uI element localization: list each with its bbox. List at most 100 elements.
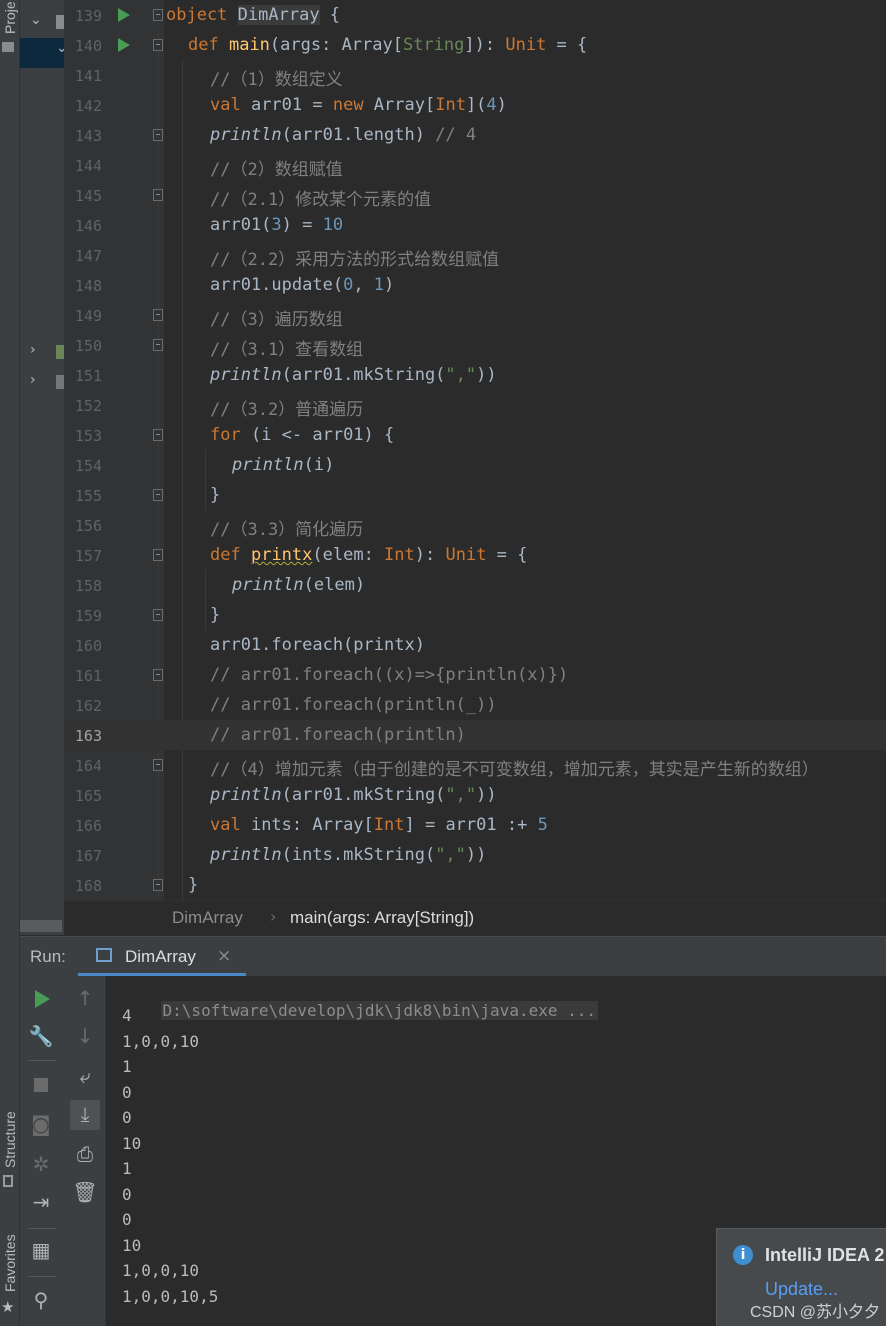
code-line[interactable]: 156 //（3.3）简化遍历 — [64, 510, 886, 540]
code-comment: // 4 — [435, 125, 477, 145]
code-line[interactable]: 152 //（3.2）普通遍历 — [64, 390, 886, 420]
fold-marker-icon[interactable] — [153, 759, 163, 771]
code-line[interactable]: 163 // arr01.foreach(println) — [64, 720, 886, 750]
chevron-down-icon: ⌄ — [30, 12, 42, 28]
code-line[interactable]: 139 object DimArray { — [64, 0, 886, 30]
code-text: //（1）数组定义 — [210, 65, 343, 90]
code-token: ) — [496, 95, 507, 115]
code-text: println(arr01.mkString(",")) — [210, 365, 497, 385]
code-line[interactable]: 143 println(arr01.length) // 4 — [64, 120, 886, 150]
line-number: 158 — [74, 577, 102, 595]
code-line[interactable]: 167 println(ints.mkString(",")) — [64, 840, 886, 870]
scroll-down-button[interactable]: ↓ — [70, 1022, 100, 1052]
tab-favorites[interactable]: Favorites — [0, 1220, 20, 1300]
toolbar-divider — [28, 1060, 56, 1061]
code-line[interactable]: 140 def main(args: Array[String]): Unit =… — [64, 30, 886, 60]
keyword: val — [210, 815, 241, 835]
exception-breakpoint-button[interactable]: ✲ — [26, 1150, 56, 1180]
code-line[interactable]: 142 val arr01 = new Array[Int](4) — [64, 90, 886, 120]
code-line[interactable]: 164 //（4）增加元素（由于创建的是不可变数组，增加元素，其实是产生新的数组） — [64, 750, 886, 780]
horizontal-scrollbar[interactable] — [20, 920, 62, 932]
fold-marker-icon[interactable] — [153, 429, 163, 441]
run-toolbar-secondary: ↑ ↓ ⤶ ⤓ ⎙ 🗑 — [64, 976, 106, 1326]
code-line[interactable]: 149 //（3）遍历数组 — [64, 300, 886, 330]
update-link[interactable]: Update... — [765, 1279, 838, 1300]
code-line[interactable]: 160 arr01.foreach(printx) — [64, 630, 886, 660]
code-line[interactable]: 162 // arr01.foreach(println(_)) — [64, 690, 886, 720]
code-line[interactable]: 168} — [64, 870, 886, 900]
code-line[interactable]: 165 println(arr01.mkString(",")) — [64, 780, 886, 810]
fold-marker-icon[interactable] — [153, 309, 163, 321]
fold-marker-icon[interactable] — [153, 549, 163, 561]
fold-marker-icon[interactable] — [153, 879, 163, 891]
code-line[interactable]: 148 arr01.update(0, 1) — [64, 270, 886, 300]
layout-button[interactable]: ▦ — [26, 1236, 56, 1266]
code-comment: //（3.1）查看数组 — [210, 340, 364, 360]
code-text: //（2.1）修改某个元素的值 — [210, 185, 431, 210]
tree-row[interactable]: › — [20, 368, 64, 396]
clear-all-button[interactable]: 🗑 — [70, 1178, 100, 1208]
code-token: { — [319, 5, 341, 25]
code-line[interactable]: 144 //（2）数组赋值 — [64, 150, 886, 180]
code-line[interactable]: 161 // arr01.foreach((x)=>{println(x)}) — [64, 660, 886, 690]
code-text: } — [210, 605, 220, 625]
tab-project[interactable]: Proje — [0, 0, 20, 40]
fold-marker-icon[interactable] — [153, 129, 163, 141]
code-text: println(ints.mkString(",")) — [210, 845, 486, 865]
scroll-to-end-button[interactable]: ⤓ — [70, 1100, 100, 1130]
pin-button[interactable]: ⚲ — [26, 1286, 56, 1316]
settings-button[interactable]: 🔧 — [26, 1022, 56, 1052]
print-button[interactable]: ⎙ — [70, 1140, 100, 1170]
code-line[interactable]: 151 println(arr01.mkString(",")) — [64, 360, 886, 390]
code-line[interactable]: 159} — [64, 600, 886, 630]
code-token: = { — [546, 35, 588, 55]
code-line[interactable]: 158 println(elem) — [64, 570, 886, 600]
tree-row[interactable]: ⌄ — [20, 8, 64, 36]
chevron-right-icon: › — [270, 907, 277, 926]
code-token: = { — [486, 545, 528, 565]
tree-row[interactable]: › — [20, 338, 64, 366]
fold-marker-icon[interactable] — [153, 39, 163, 51]
code-line[interactable]: 154 println(i) — [64, 450, 886, 480]
code-token: , — [353, 275, 374, 295]
method-call: println — [210, 845, 282, 865]
code-line[interactable]: 166 val ints: Array[Int] = arr01 :+ 5 — [64, 810, 886, 840]
tab-run-dimarray[interactable]: DimArray × — [78, 937, 246, 977]
code-line[interactable]: 146 arr01(3) = 10 — [64, 210, 886, 240]
scroll-up-button[interactable]: ↑ — [70, 984, 100, 1014]
java-command[interactable]: D:\software\develop\jdk\jdk8\bin\java.ex… — [160, 1001, 599, 1020]
soft-wrap-button[interactable]: ⤶ — [70, 1062, 100, 1092]
breadcrumb-item-method[interactable]: main(args: Array[String]) — [290, 908, 474, 928]
fold-marker-icon[interactable] — [153, 339, 163, 351]
fold-marker-icon[interactable] — [153, 189, 163, 201]
code-line[interactable]: 145 //（2.1）修改某个元素的值 — [64, 180, 886, 210]
fold-marker-icon[interactable] — [153, 609, 163, 621]
method-call: println — [232, 455, 304, 475]
fold-marker-icon[interactable] — [153, 669, 163, 681]
exit-button[interactable]: ⇥ — [26, 1188, 56, 1218]
line-number: 153 — [74, 427, 102, 445]
code-token: ]( — [465, 95, 487, 115]
code-line[interactable]: 141 //（1）数组定义 — [64, 60, 886, 90]
dump-threads-button[interactable]: ◙ — [26, 1110, 56, 1140]
console-line: 1 — [122, 1057, 132, 1076]
code-line[interactable]: 155} — [64, 480, 886, 510]
run-gutter-icon[interactable] — [118, 8, 130, 22]
code-token: } — [210, 605, 221, 625]
breadcrumb-item-class[interactable]: DimArray — [172, 908, 243, 928]
code-editor[interactable]: 139 object DimArray {140 def main(args: Ar… — [64, 0, 886, 900]
code-line[interactable]: 157 def printx(elem: Int): Unit = { — [64, 540, 886, 570]
tree-row-selected[interactable]: ⌄ — [20, 38, 68, 68]
class-name: DimArray — [237, 5, 320, 25]
close-icon[interactable]: × — [217, 946, 231, 966]
code-line[interactable]: 153 for (i <- arr01) { — [64, 420, 886, 450]
stop-button[interactable] — [26, 1070, 56, 1100]
code-text: object DimArray { — [166, 5, 340, 25]
run-gutter-icon[interactable] — [118, 38, 130, 52]
fold-marker-icon[interactable] — [153, 489, 163, 501]
code-line[interactable]: 150 //（3.1）查看数组 — [64, 330, 886, 360]
code-line[interactable]: 147 //（2.2）采用方法的形式给数组赋值 — [64, 240, 886, 270]
fold-marker-icon[interactable] — [153, 9, 163, 21]
rerun-button[interactable] — [26, 984, 56, 1014]
code-comment: // arr01.foreach((x)=>{println(x)}) — [210, 665, 569, 685]
